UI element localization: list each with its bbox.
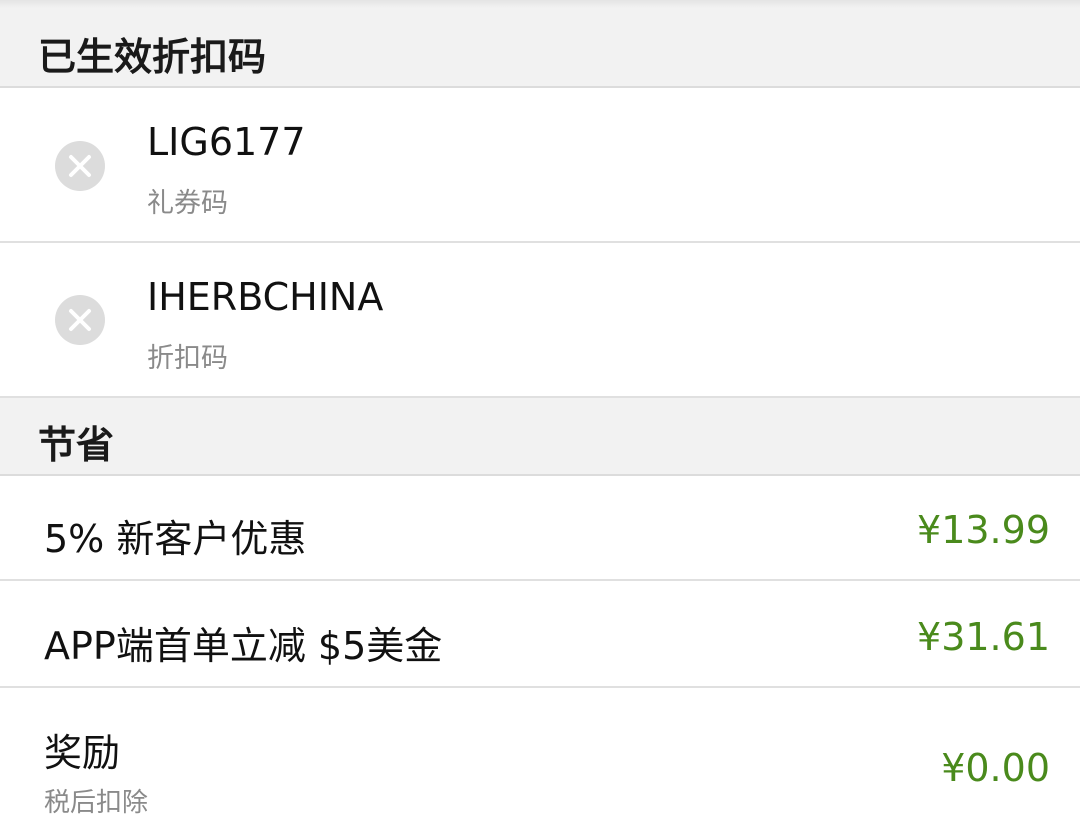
active-coupons-header: 已生效折扣码 — [0, 8, 1080, 88]
top-shadow — [0, 0, 1080, 8]
saving-sublabel: 税后扣除 — [44, 788, 149, 818]
saving-amount: ¥0.00 — [941, 746, 1050, 790]
active-coupons-title: 已生效折扣码 — [38, 35, 267, 79]
coupon-type: 折扣码 — [147, 343, 228, 374]
saving-amount: ¥13.99 — [917, 508, 1050, 552]
savings-title: 节省 — [38, 423, 115, 467]
saving-label: APP端首单立减 $5美金 — [44, 624, 443, 668]
coupon-code: LIG6177 — [147, 120, 306, 164]
savings-header: 节省 — [0, 398, 1080, 476]
coupon-item: IHERBCHINA 折扣码 — [0, 243, 1080, 398]
coupon-type: 礼券码 — [147, 188, 228, 219]
coupon-code: IHERBCHINA — [147, 275, 384, 319]
saving-item: 5% 新客户优惠 ¥13.99 — [0, 476, 1080, 581]
saving-label: 奖励 — [44, 731, 121, 775]
saving-label: 5% 新客户优惠 — [44, 517, 307, 561]
saving-amount: ¥31.61 — [917, 615, 1050, 659]
coupon-item: LIG6177 礼券码 — [0, 88, 1080, 243]
saving-item: APP端首单立减 $5美金 ¥31.61 — [0, 581, 1080, 688]
remove-coupon-button[interactable] — [55, 141, 105, 191]
saving-item: 奖励 税后扣除 ¥0.00 — [0, 688, 1080, 839]
close-circle-icon — [69, 309, 91, 331]
close-circle-icon — [69, 155, 91, 177]
remove-coupon-button[interactable] — [55, 295, 105, 345]
